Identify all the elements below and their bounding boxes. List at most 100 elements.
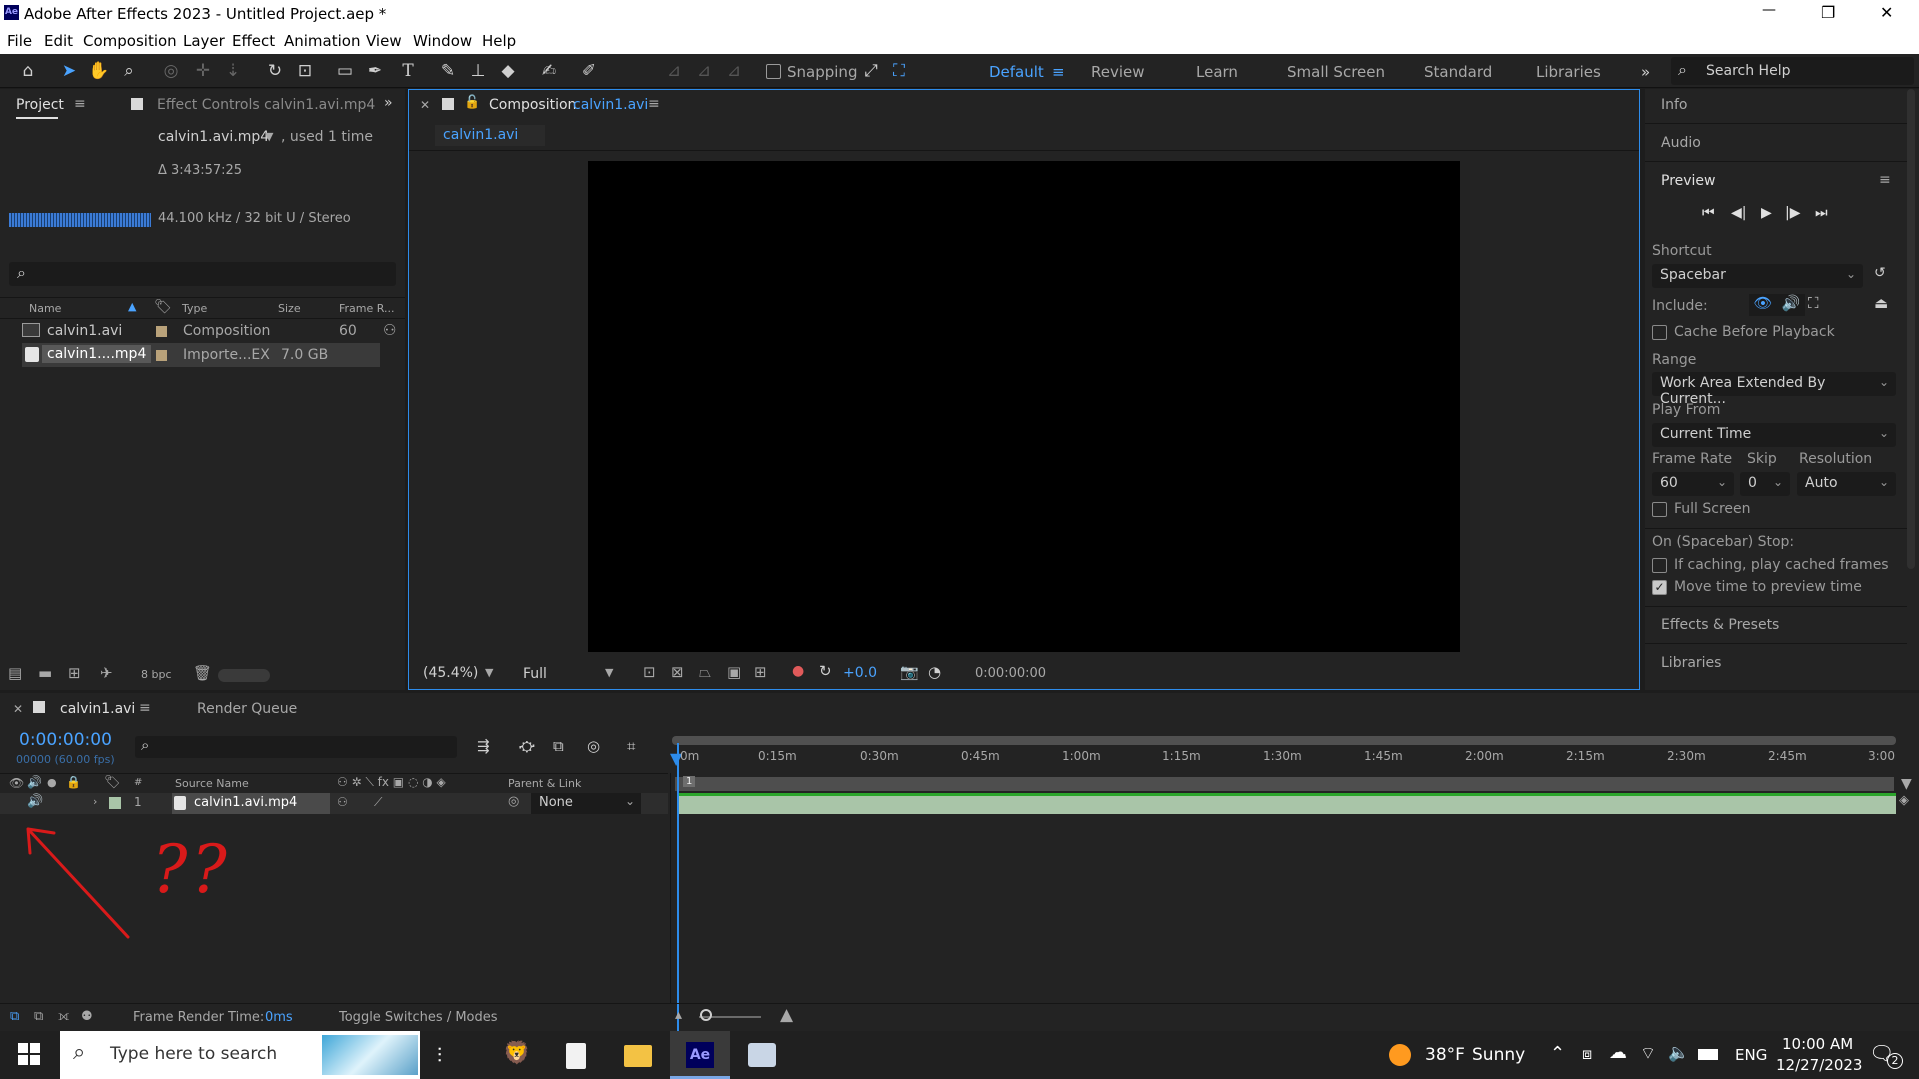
tab-project[interactable]: Project bbox=[16, 97, 64, 113]
menu-effect[interactable]: Effect bbox=[232, 32, 275, 50]
lock-icon[interactable]: 🔓 bbox=[464, 95, 480, 110]
roto-brush-icon[interactable]: ✍ bbox=[538, 60, 560, 82]
full-screen-checkbox[interactable] bbox=[1652, 502, 1667, 517]
anchor-point-tool-icon[interactable]: ⊡ bbox=[294, 60, 316, 82]
expand-layer-icon[interactable]: › bbox=[93, 795, 97, 808]
draft-3d-icon[interactable]: ⛮ bbox=[519, 737, 535, 755]
maximize-button[interactable]: ❐ bbox=[1821, 3, 1835, 22]
battery-icon[interactable] bbox=[1698, 1049, 1718, 1060]
hand-tool-icon[interactable]: ✋ bbox=[88, 60, 110, 82]
zoom-tool-icon[interactable]: ⌕ bbox=[118, 60, 140, 82]
used-dropdown-icon[interactable]: ▼ bbox=[265, 130, 273, 143]
tab-effect-controls[interactable]: Effect Controls calvin1.avi.mp4 bbox=[157, 97, 375, 113]
interpret-footage-icon[interactable]: ▤ bbox=[8, 664, 22, 682]
project-search-field[interactable]: ⌕ bbox=[9, 262, 396, 286]
thumbnail-size-slider[interactable] bbox=[218, 669, 270, 682]
task-view-icon[interactable]: ⫶ bbox=[437, 1043, 442, 1067]
current-time-display[interactable]: 0:00:00:00 bbox=[975, 666, 1046, 681]
label-column-icon[interactable]: 🏷 bbox=[154, 299, 172, 315]
snap-features-icon[interactable]: ⛶ bbox=[888, 60, 910, 82]
label-color-swatch[interactable] bbox=[156, 350, 167, 361]
brave-browser-icon[interactable]: 🦁 bbox=[503, 1041, 530, 1066]
clock-date[interactable]: 12/27/2023 bbox=[1776, 1056, 1862, 1074]
column-name[interactable]: Name bbox=[29, 302, 61, 315]
menu-composition[interactable]: Composition bbox=[83, 32, 177, 50]
menu-view[interactable]: View bbox=[366, 32, 402, 50]
layer-switches-icon[interactable]: ⧉ bbox=[10, 1009, 19, 1024]
taskbar-search-box[interactable]: ⌕ Type here to search bbox=[60, 1031, 420, 1079]
cache-before-playback-checkbox[interactable] bbox=[1652, 325, 1667, 340]
fast-previews-icon[interactable]: ⊡ bbox=[643, 663, 656, 681]
label-color-swatch[interactable] bbox=[156, 326, 167, 337]
quality-switch-icon[interactable]: ⟋ bbox=[374, 795, 382, 810]
workspace-libraries[interactable]: Libraries bbox=[1536, 63, 1601, 81]
work-area-bar[interactable] bbox=[675, 777, 1894, 791]
include-video-icon[interactable]: 👁 bbox=[1749, 294, 1777, 316]
layer-search-field[interactable]: ⌕ bbox=[135, 736, 457, 758]
next-frame-icon[interactable]: |▶ bbox=[1785, 205, 1800, 221]
composition-mini-flowchart-icon[interactable]: ⇶ bbox=[477, 737, 490, 755]
pan-camera-icon[interactable]: ✛ bbox=[192, 60, 214, 82]
snapshot-camera-icon[interactable]: 📷 bbox=[900, 663, 919, 681]
after-effects-taskbar-button[interactable]: Ae bbox=[670, 1031, 730, 1079]
play-icon[interactable]: ▶ bbox=[1761, 205, 1772, 221]
in-out-icon[interactable]: ⟗ bbox=[58, 1009, 69, 1024]
wifi-icon[interactable]: ⌔ bbox=[1640, 1043, 1656, 1064]
time-navigator[interactable] bbox=[672, 736, 1896, 745]
menu-file[interactable]: File bbox=[7, 32, 32, 50]
zoom-in-icon[interactable]: ▲ bbox=[780, 1005, 793, 1025]
chevron-down-icon[interactable]: ▼ bbox=[605, 666, 613, 679]
close-tab-icon[interactable]: ✕ bbox=[13, 702, 23, 716]
rectangle-tool-icon[interactable]: ▭ bbox=[334, 60, 356, 82]
tab-timeline-comp[interactable]: calvin1.avi bbox=[60, 701, 135, 717]
comp-sub-tab[interactable]: calvin1.avi bbox=[435, 125, 545, 146]
reset-shortcut-icon[interactable]: ↺ bbox=[1874, 265, 1886, 281]
transparency-grid-icon[interactable]: ⊠ bbox=[671, 663, 684, 681]
new-composition-icon[interactable]: ⊞ bbox=[68, 664, 81, 682]
play-from-dropdown[interactable]: Current Time ⌄ bbox=[1652, 423, 1896, 447]
include-external-icon[interactable]: ⏏ bbox=[1874, 294, 1888, 312]
workspace-standard[interactable]: Standard bbox=[1424, 63, 1492, 81]
tab-composition-prefix[interactable]: Composition bbox=[489, 97, 576, 113]
minimize-button[interactable]: — bbox=[1762, 2, 1776, 18]
trash-icon[interactable]: 🗑 bbox=[193, 664, 212, 682]
resolution-dropdown[interactable]: Auto ⌄ bbox=[1797, 472, 1896, 496]
brush-tool-icon[interactable]: ✎ bbox=[437, 60, 459, 82]
rotation-tool-icon[interactable]: ↻ bbox=[264, 60, 286, 82]
tab-composition-name[interactable]: calvin1.avi bbox=[573, 97, 648, 113]
preview-panel-header[interactable]: Preview bbox=[1661, 173, 1716, 189]
audio-panel-header[interactable]: Audio bbox=[1661, 135, 1701, 151]
workspace-default[interactable]: Default bbox=[989, 63, 1044, 81]
current-time-indicator[interactable] bbox=[677, 743, 679, 1031]
mask-visibility-icon[interactable]: ⏢ bbox=[699, 663, 711, 681]
composition-viewer[interactable] bbox=[588, 161, 1460, 652]
tab-render-queue[interactable]: Render Queue bbox=[197, 701, 297, 717]
resolution-dropdown[interactable]: Full bbox=[523, 666, 547, 682]
menu-layer[interactable]: Layer bbox=[183, 32, 225, 50]
close-tab-icon[interactable]: ✕ bbox=[420, 98, 430, 112]
type-tool-icon[interactable]: T bbox=[397, 60, 419, 82]
work-area-marker[interactable]: 1 bbox=[683, 776, 696, 787]
eraser-tool-icon[interactable]: ◆ bbox=[497, 60, 519, 82]
info-panel-header[interactable]: Info bbox=[1661, 97, 1688, 113]
previous-frame-icon[interactable]: ◀| bbox=[1731, 205, 1746, 221]
effects-presets-header[interactable]: Effects & Presets bbox=[1661, 617, 1779, 633]
panel-overflow-icon[interactable]: » bbox=[384, 95, 393, 111]
app-icon[interactable] bbox=[748, 1043, 776, 1067]
windows-start-icon[interactable] bbox=[18, 1043, 40, 1065]
new-folder-icon[interactable]: ▬ bbox=[38, 664, 52, 682]
meet-now-icon[interactable]: ⧈ bbox=[1582, 1044, 1592, 1064]
first-frame-icon[interactable]: ⏮ bbox=[1702, 205, 1715, 221]
if-caching-checkbox[interactable] bbox=[1652, 558, 1667, 573]
workspace-overflow-icon[interactable]: » bbox=[1641, 63, 1650, 81]
close-button[interactable]: ✕ bbox=[1880, 3, 1893, 22]
clock-time[interactable]: 10:00 AM bbox=[1782, 1035, 1853, 1053]
show-hidden-icons-icon[interactable]: ⌃ bbox=[1550, 1043, 1565, 1064]
snap-edges-icon[interactable]: ⤢ bbox=[860, 60, 882, 82]
video-switch-icon[interactable]: 👁 bbox=[9, 776, 24, 790]
project-item-row-selected[interactable]: calvin1....mp4 Importe...EX 7.0 GB bbox=[22, 343, 380, 367]
composition-menu-icon[interactable]: ≡ bbox=[648, 96, 660, 112]
orbit-camera-icon[interactable]: ◎ bbox=[160, 60, 182, 82]
graph-editor-icon[interactable]: ⌗ bbox=[627, 737, 635, 755]
onedrive-cloud-icon[interactable]: ☁ bbox=[1609, 1042, 1627, 1063]
